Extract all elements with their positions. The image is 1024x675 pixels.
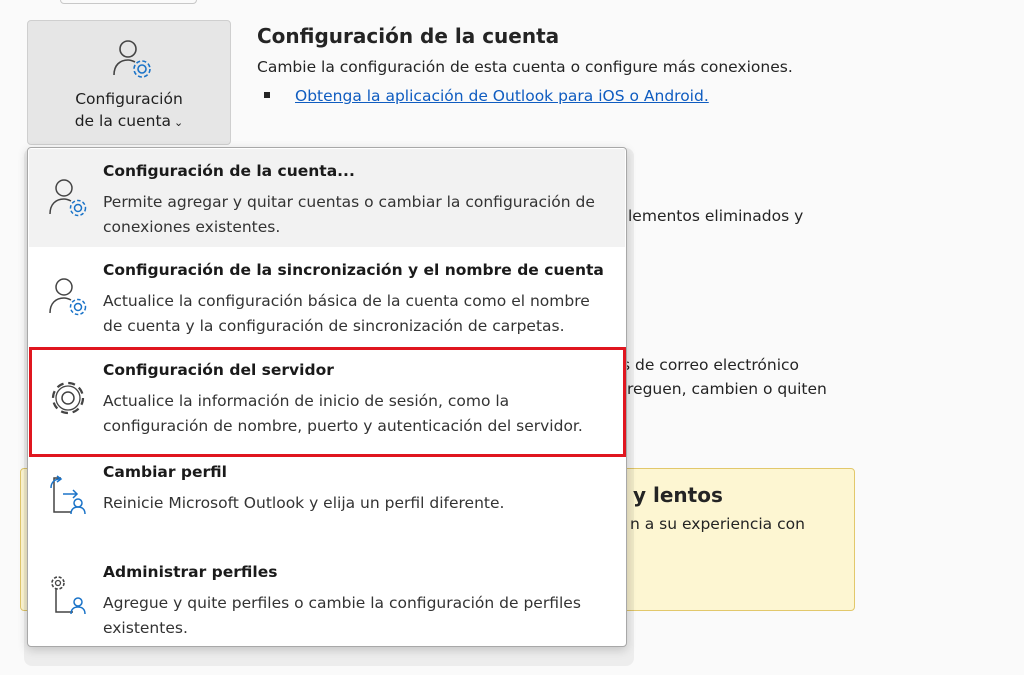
account-settings-button[interactable]: Configuración de la cuenta ⌄ xyxy=(27,20,231,145)
background-text-3: reguen, cambien o quiten xyxy=(627,380,827,398)
background-text-2: s de correo electrónico xyxy=(622,356,800,374)
menu-item-description: Reinicie Microsoft Outlook y elija un pe… xyxy=(103,494,505,512)
menu-item-description: Permite agregar y quitar cuentas o cambi… xyxy=(103,193,595,236)
menu-item-sync-settings[interactable]: Configuración de la sincronización y el … xyxy=(29,248,625,346)
menu-item-server-settings[interactable]: Configuración del servidor Actualice la … xyxy=(29,348,625,448)
outlook-mobile-link[interactable]: Obtenga la aplicación de Outlook para iO… xyxy=(295,87,709,105)
menu-item-account-settings[interactable]: Configuración de la cuenta... Permite ag… xyxy=(29,149,625,247)
menu-item-description: Agregue y quite perfiles o cambie la con… xyxy=(103,594,581,637)
person-gear-icon xyxy=(49,278,87,316)
menu-item-title: Configuración de la cuenta... xyxy=(103,162,355,180)
person-gear-icon xyxy=(113,40,151,78)
account-settings-menu: Configuración de la cuenta... Permite ag… xyxy=(27,147,627,647)
top-element-stub xyxy=(60,0,197,4)
section-description: Cambie la configuración de esta cuenta o… xyxy=(257,58,793,76)
menu-item-title: Administrar perfiles xyxy=(103,563,278,581)
bullet-icon xyxy=(264,92,270,98)
gear-icon xyxy=(51,381,85,415)
account-settings-label: Configuración de la cuenta ⌄ xyxy=(74,90,184,130)
menu-item-change-profile[interactable]: Cambiar perfil Reinicie Microsoft Outloo… xyxy=(29,450,625,548)
menu-item-title: Configuración de la sincronización y el … xyxy=(103,261,604,279)
chevron-down-icon: ⌄ xyxy=(174,116,184,129)
banner-description: n a su experiencia con xyxy=(630,515,805,533)
banner-title: y lentos xyxy=(633,483,723,507)
switch-profile-icon xyxy=(50,475,86,515)
background-text-1: lementos eliminados y xyxy=(628,207,804,225)
menu-item-title: Cambiar perfil xyxy=(103,463,227,481)
manage-profiles-icon xyxy=(51,576,86,615)
menu-item-description: Actualice la configuración básica de la … xyxy=(103,292,590,335)
section-title: Configuración de la cuenta xyxy=(257,24,560,48)
person-gear-icon xyxy=(49,179,87,217)
menu-item-manage-profiles[interactable]: Administrar perfiles Agregue y quite per… xyxy=(29,550,625,646)
menu-item-description: Actualice la información de inicio de se… xyxy=(103,392,583,435)
menu-item-title: Configuración del servidor xyxy=(103,361,334,379)
